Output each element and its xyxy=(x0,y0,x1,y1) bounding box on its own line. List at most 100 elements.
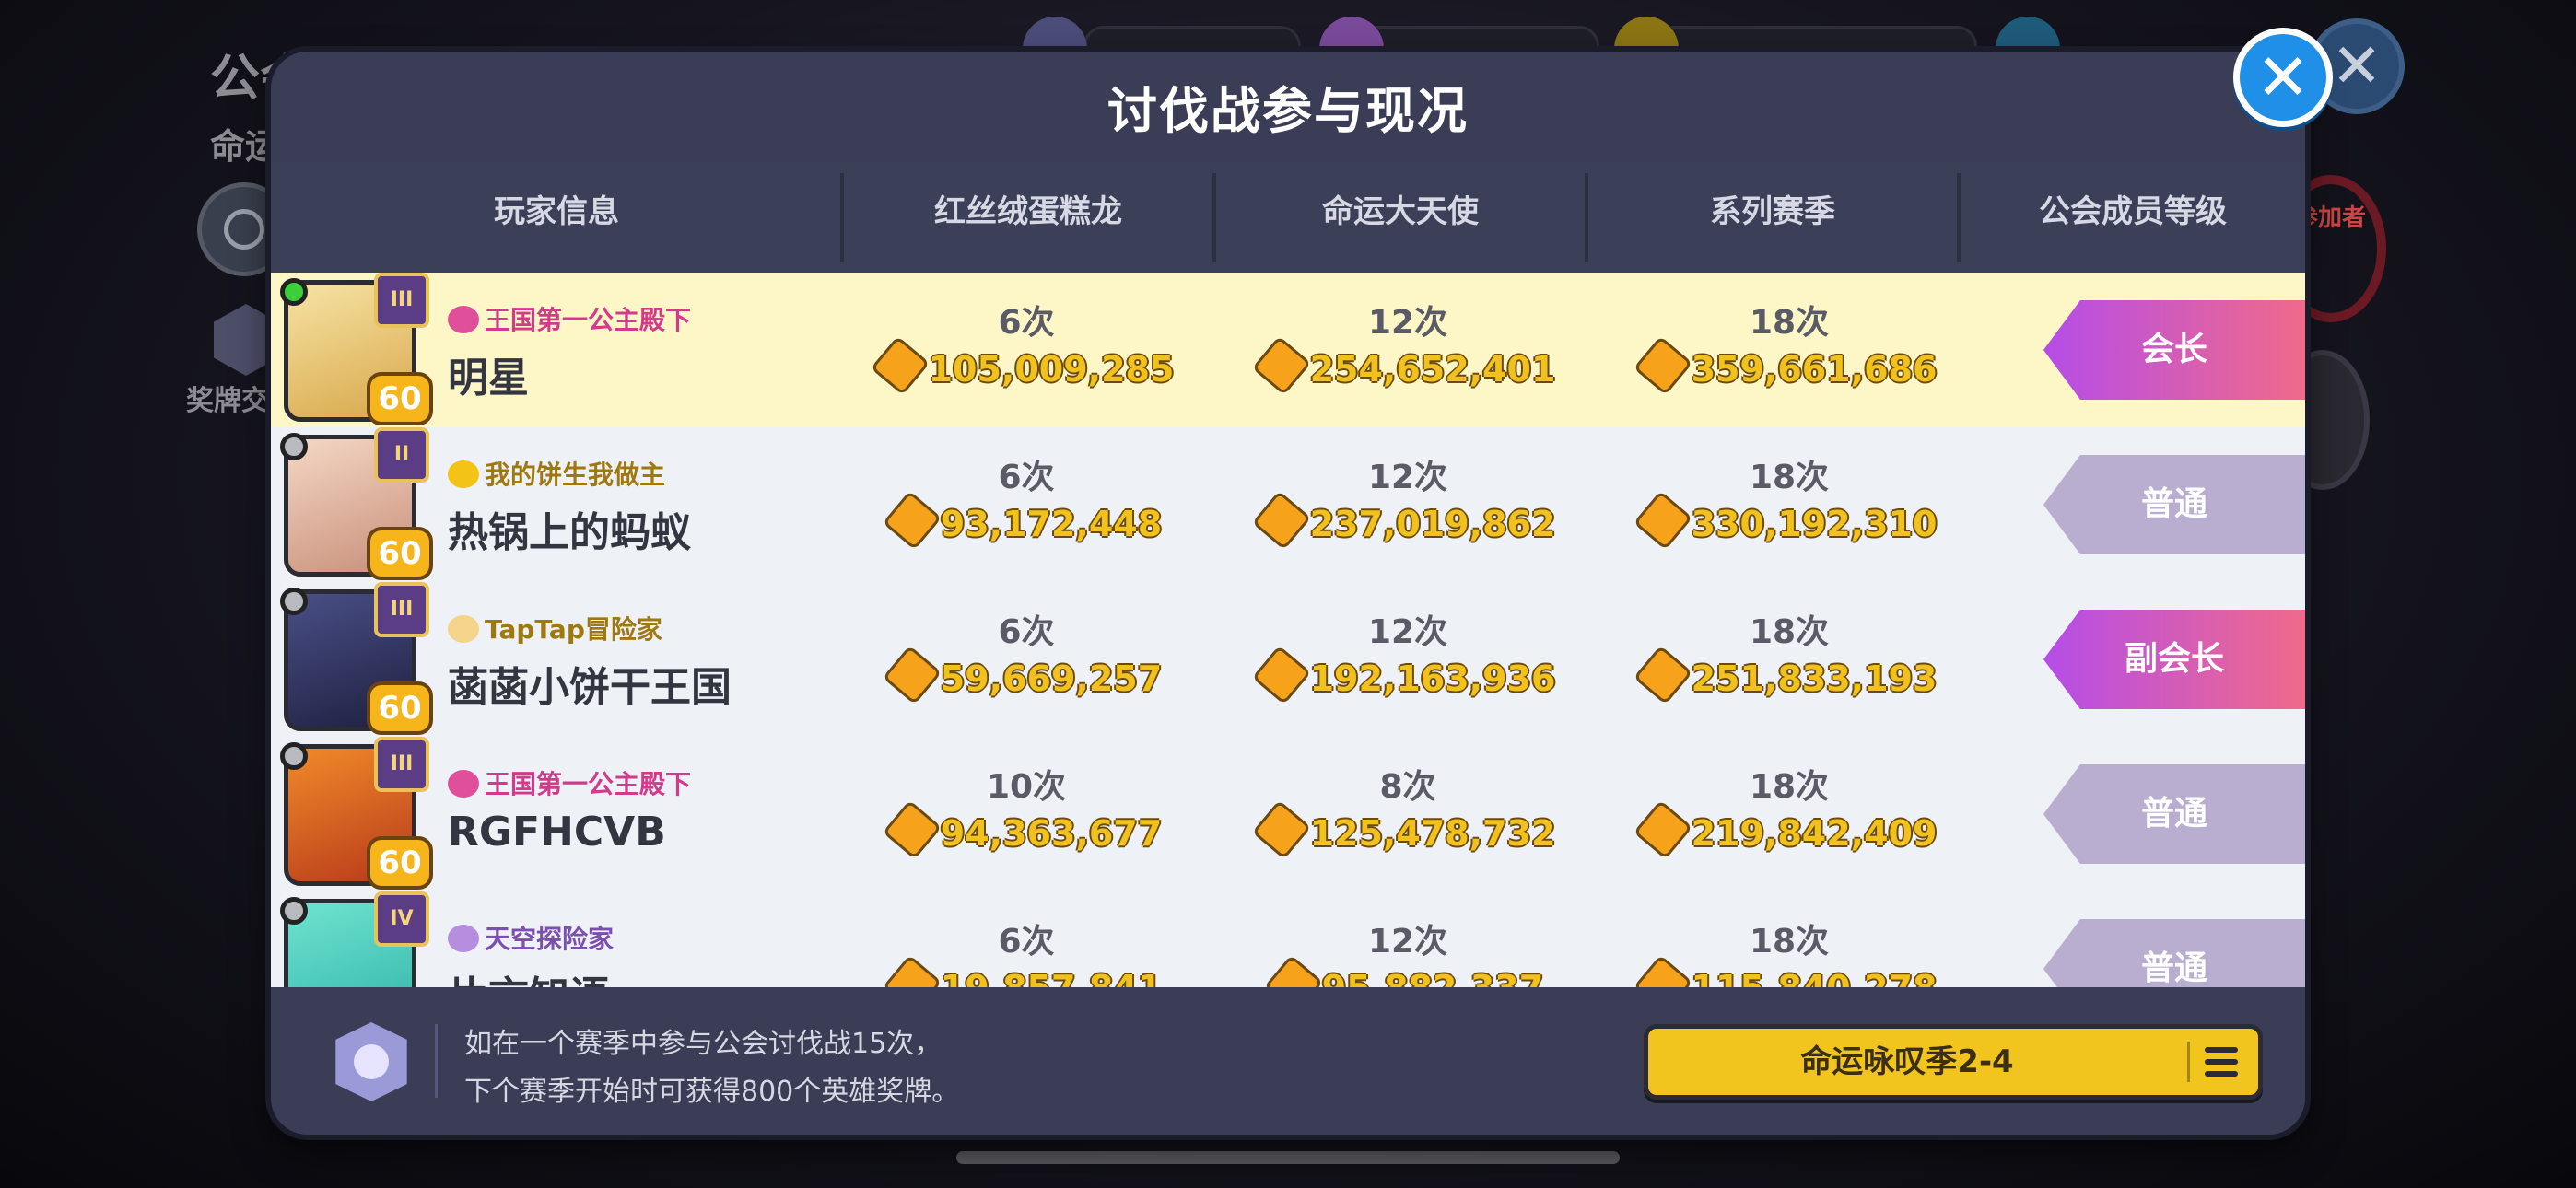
season-button-divider xyxy=(2187,1042,2190,1082)
player-name: 明星 xyxy=(448,355,529,402)
damage-value: 115,840,278 xyxy=(1692,968,1938,987)
attempt-count: 18次 xyxy=(1749,923,1830,961)
rank-badge: II xyxy=(374,427,429,483)
member-role-tag: 普通 xyxy=(2043,919,2305,987)
damage-icon xyxy=(1633,490,1692,551)
rank-badge: III xyxy=(374,273,429,328)
hero-medal-icon xyxy=(335,1022,407,1101)
damage-value: 237,019,862 xyxy=(1309,504,1556,544)
player-title-text: 天空探险家 xyxy=(485,924,615,954)
medal-exchange-label: 奖牌交 xyxy=(186,385,269,417)
damage-score: 125,478,732 xyxy=(1242,799,1574,860)
table-row[interactable]: III 60 王国第一公主殿下 RGFHCVB 10次 94,363,677 8… xyxy=(271,737,2305,893)
damage-value: 192,163,936 xyxy=(1309,658,1556,699)
damage-icon xyxy=(882,490,943,551)
attempt-count: 12次 xyxy=(1367,613,1448,651)
player-title: 王国第一公主殿下 xyxy=(448,764,691,801)
home-indicator[interactable] xyxy=(956,1151,1620,1164)
player-title: 我的饼生我做主 xyxy=(448,455,665,492)
stat-cell: 6次 59,669,257 xyxy=(861,582,1192,705)
level-badge: 60 xyxy=(367,372,433,425)
rank-badge: III xyxy=(374,737,429,792)
online-status-dot xyxy=(280,433,308,460)
rank-badge: III xyxy=(374,582,429,637)
player-title: 王国第一公主殿下 xyxy=(448,300,691,337)
stat-cell: 8次 125,478,732 xyxy=(1242,737,1574,860)
attempt-count: 12次 xyxy=(1367,459,1448,496)
menu-icon xyxy=(2205,1047,2238,1077)
damage-value: 254,652,401 xyxy=(1309,349,1556,390)
attempt-count: 18次 xyxy=(1749,459,1830,496)
damage-icon xyxy=(1633,645,1692,705)
level-badge: 60 xyxy=(367,681,433,735)
close-icon: ✕ xyxy=(2255,40,2311,115)
damage-value: 59,669,257 xyxy=(940,658,1163,699)
damage-value: 93,172,448 xyxy=(940,504,1163,544)
player-name: 片言知语 xyxy=(448,963,610,987)
damage-icon xyxy=(1251,799,1311,860)
damage-icon xyxy=(1633,335,1692,396)
damage-score: 219,842,409 xyxy=(1623,799,1955,860)
stat-cell: 10次 94,363,677 xyxy=(861,737,1192,860)
stat-cell: 18次 219,842,409 xyxy=(1623,737,1955,860)
stat-cell: 18次 330,192,310 xyxy=(1623,427,1955,551)
attempt-count: 6次 xyxy=(998,304,1055,342)
level-badge: 60 xyxy=(367,527,433,580)
stat-cell: 6次 105,009,285 xyxy=(861,273,1192,396)
member-role-tag: 会长 xyxy=(2043,300,2305,400)
player-name: 菡菡小饼干王国 xyxy=(448,664,732,711)
stat-cell: 6次 93,172,448 xyxy=(861,427,1192,551)
damage-icon xyxy=(1251,335,1311,396)
damage-score: 105,009,285 xyxy=(861,335,1192,396)
damage-score: 93,172,448 xyxy=(861,490,1192,551)
player-title: 天空探险家 xyxy=(448,919,614,956)
title-icon xyxy=(448,770,479,798)
damage-score: 19,857,841 xyxy=(861,954,1192,987)
damage-score: 237,019,862 xyxy=(1242,490,1574,551)
table-row[interactable]: IV 60 天空探险家 片言知语 6次 19,857,841 12次 95,88… xyxy=(271,891,2305,987)
player-name: RGFHCVB xyxy=(448,809,666,856)
table-row[interactable]: II 60 我的饼生我做主 热锅上的蚂蚁 6次 93,172,448 12次 2… xyxy=(271,427,2305,584)
dialog-title: 讨伐战参与现况 xyxy=(1107,82,1469,140)
damage-value: 19,857,841 xyxy=(941,968,1162,987)
damage-value: 359,661,686 xyxy=(1691,349,1938,390)
damage-value: 125,478,732 xyxy=(1309,813,1556,854)
damage-score: 115,840,278 xyxy=(1623,954,1955,987)
stat-cell: 12次 254,652,401 xyxy=(1242,273,1574,396)
damage-icon xyxy=(1251,490,1311,551)
table-row[interactable]: III 60 TapTap冒险家 菡菡小饼干王国 6次 59,669,257 1… xyxy=(271,582,2305,739)
attempt-count: 18次 xyxy=(1749,768,1830,806)
player-title-text: 我的饼生我做主 xyxy=(485,460,666,490)
dialog-close-button[interactable]: ✕ xyxy=(2233,28,2333,127)
damage-value: 219,842,409 xyxy=(1691,813,1938,854)
background-subtitle: 命运 xyxy=(210,126,281,167)
damage-icon xyxy=(1633,799,1692,860)
member-role-tag: 普通 xyxy=(2043,455,2305,554)
player-title: TapTap冒险家 xyxy=(448,610,662,646)
stat-cell: 12次 192,163,936 xyxy=(1242,582,1574,705)
participation-dialog: 讨伐战参与现况 玩家信息 红丝绒蛋糕龙 命运大天使 系列赛季 公会成员等级 II… xyxy=(271,52,2305,1135)
title-icon xyxy=(448,615,479,643)
damage-score: 59,669,257 xyxy=(861,645,1192,705)
member-table[interactable]: III 60 王国第一公主殿下 明星 6次 105,009,285 12次 25… xyxy=(271,273,2305,987)
damage-value: 94,363,677 xyxy=(940,813,1163,854)
stat-cell: 18次 115,840,278 xyxy=(1623,891,1955,987)
online-status-dot xyxy=(280,742,308,770)
damage-value: 95,882,337 xyxy=(1322,968,1543,987)
attempt-count: 18次 xyxy=(1749,613,1830,651)
dialog-footer: 如在一个赛季中参与公会讨伐战15次， 下个赛季开始时可获得800个英雄奖牌。 命… xyxy=(271,987,2305,1135)
table-row[interactable]: III 60 王国第一公主殿下 明星 6次 105,009,285 12次 25… xyxy=(271,273,2305,429)
damage-icon xyxy=(882,799,943,860)
damage-score: 330,192,310 xyxy=(1623,490,1955,551)
player-title-text: 王国第一公主殿下 xyxy=(485,769,692,799)
damage-score: 95,882,337 xyxy=(1242,954,1574,987)
reward-info-text: 如在一个赛季中参与公会讨伐战15次， 下个赛季开始时可获得800个英雄奖牌。 xyxy=(464,1020,959,1116)
damage-value: 251,833,193 xyxy=(1691,658,1938,699)
online-status-dot xyxy=(280,278,308,306)
stat-cell: 6次 19,857,841 xyxy=(861,891,1192,987)
season-select-button[interactable]: 命运咏叹季2-4 xyxy=(1644,1024,2263,1100)
attempt-count: 18次 xyxy=(1749,304,1830,342)
damage-icon xyxy=(1251,645,1311,705)
online-status-dot xyxy=(280,588,308,615)
damage-score: 359,661,686 xyxy=(1623,335,1955,396)
